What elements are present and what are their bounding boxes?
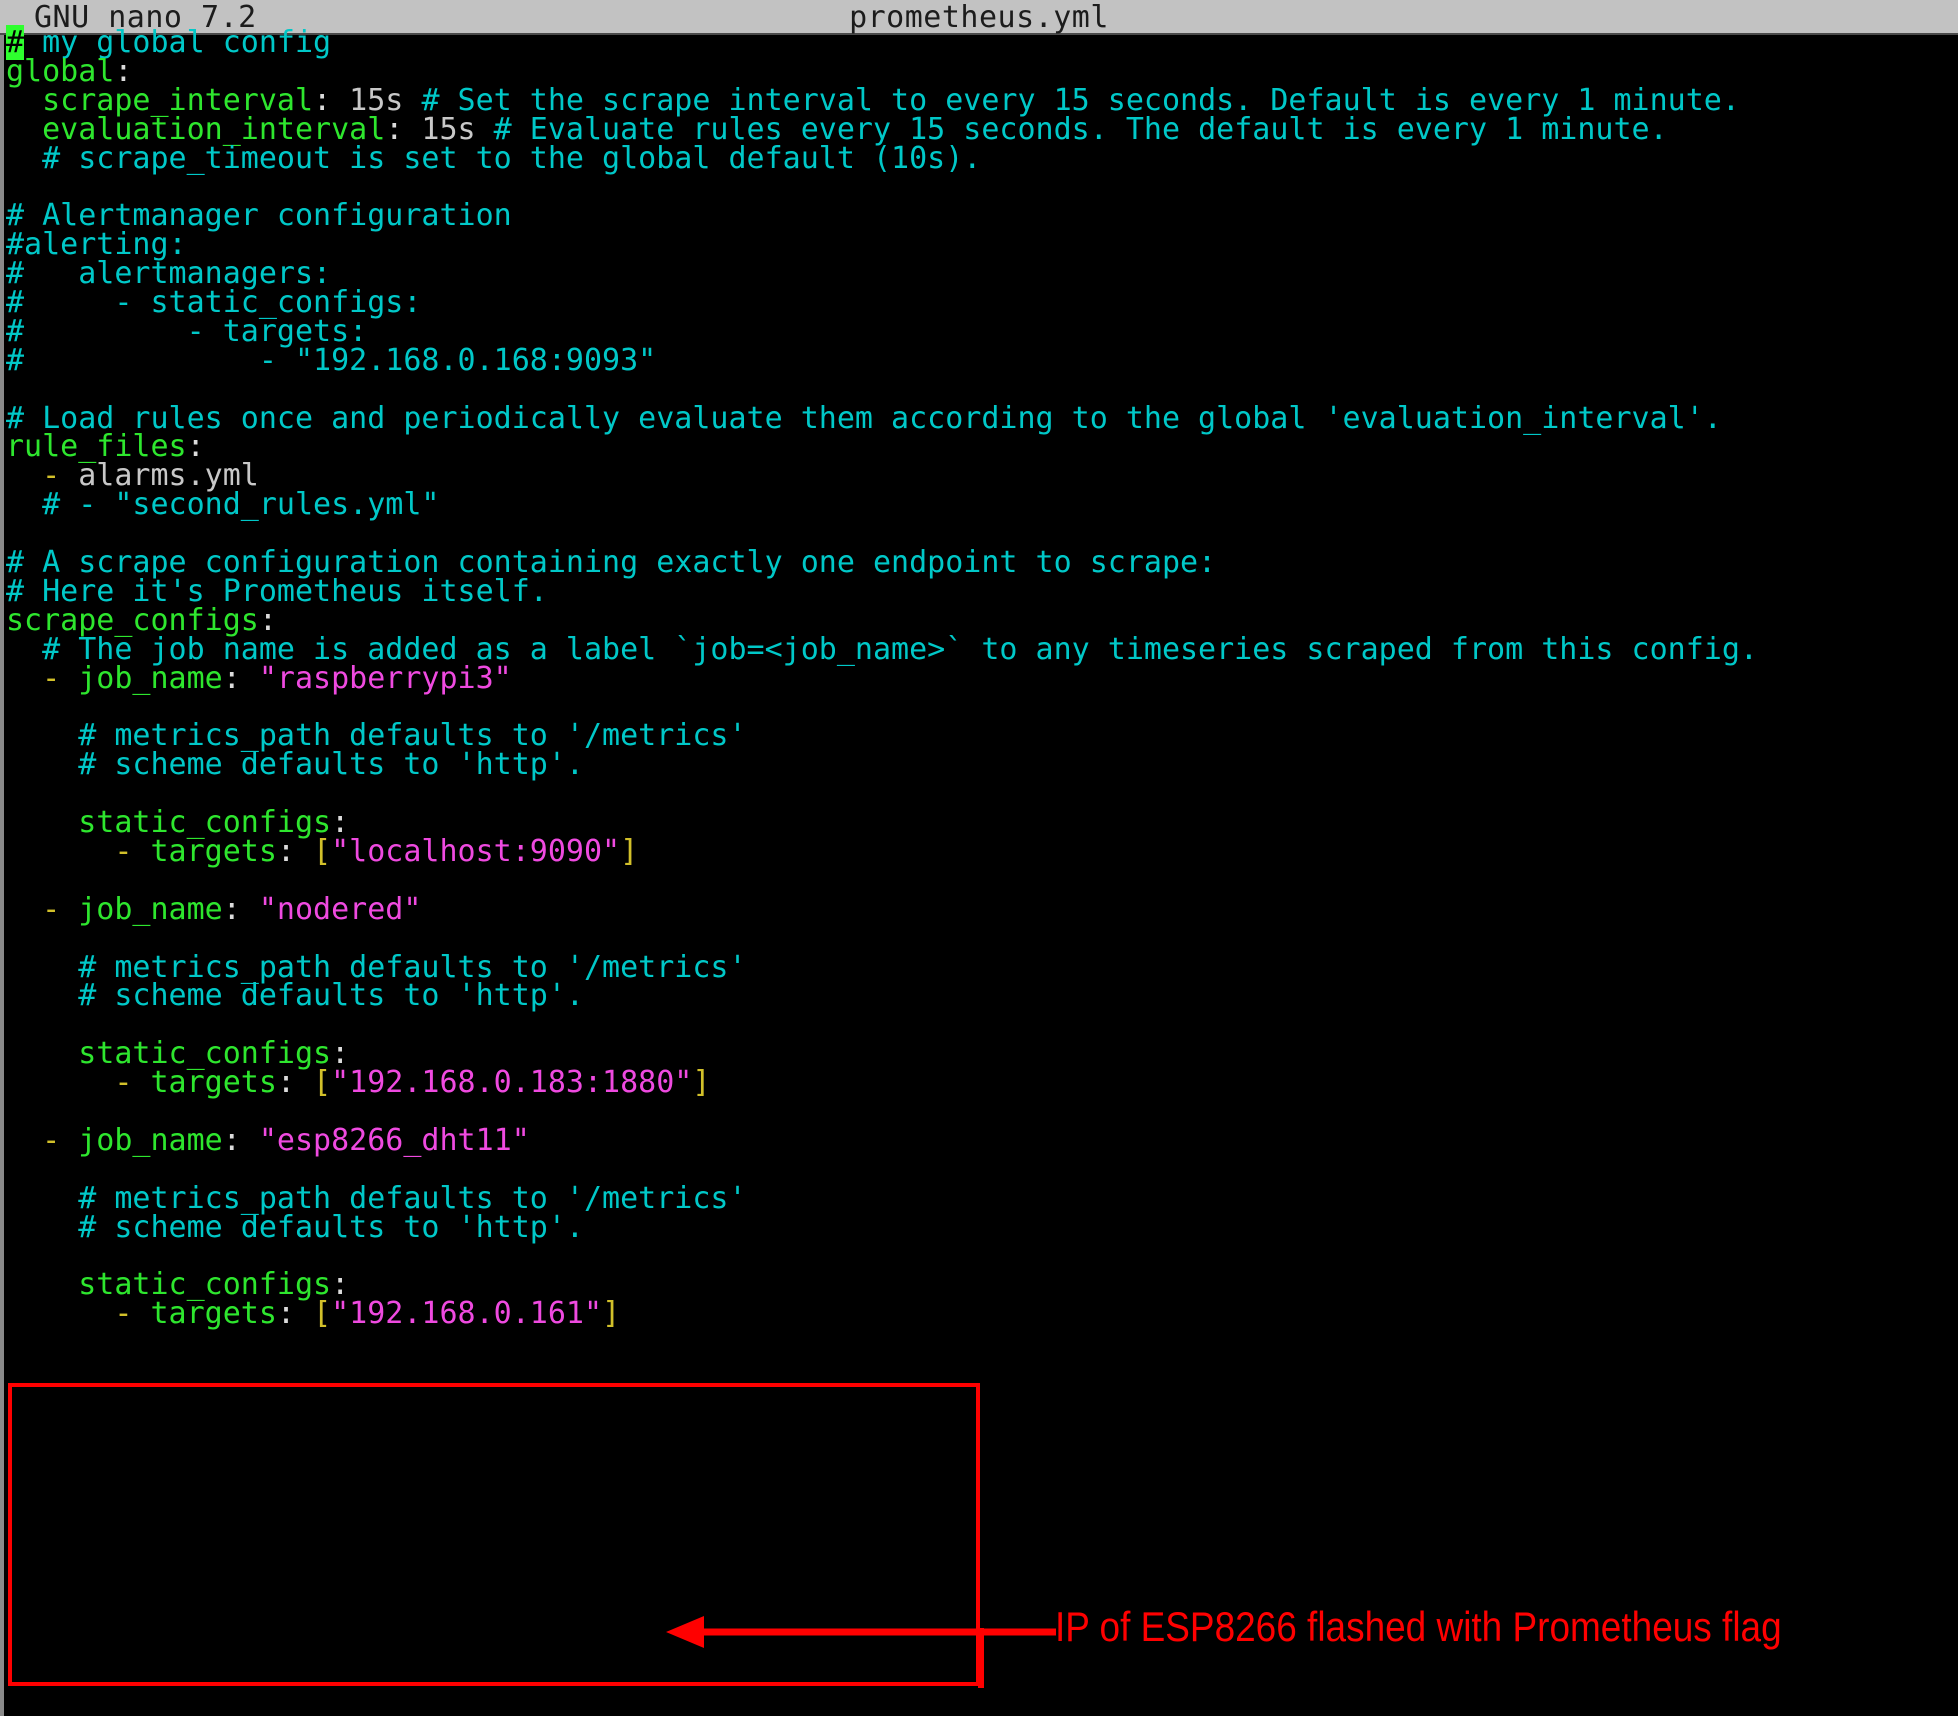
annotation-arrow-elbow [978,1628,984,1688]
editor-line[interactable]: # - "192.168.0.168:9093" [0,345,1958,376]
editor-line[interactable]: rule_files: [0,432,1958,462]
editor-line[interactable]: # Load rules once and periodically evalu… [0,403,1958,434]
editor-line[interactable]: # scheme defaults to 'http'. [0,1212,1958,1243]
editor-line[interactable]: # Here it's Prometheus itself. [0,576,1958,607]
nano-editor-screenshot: GNU nano 7.2 prometheus.yml # my global … [0,0,1958,1716]
editor-text-buffer[interactable]: # my global config global: scrape_interva… [0,25,1958,1716]
editor-line[interactable]: - targets: ["localhost:9090"] [0,836,1958,867]
annotation-label: IP of ESP8266 flashed with Prometheus fl… [1055,1603,1782,1650]
editor-line[interactable]: - job_name: "raspberrypi3" [0,663,1958,694]
editor-line[interactable]: # scrape_timeout is set to the global de… [0,143,1958,174]
editor-line[interactable]: # - "second_rules.yml" [0,490,1958,520]
editor-line[interactable]: # my global config [0,25,1958,60]
editor-line[interactable]: - targets: ["192.168.0.183:1880"] [0,1068,1958,1098]
editor-line[interactable]: - targets: ["192.168.0.161"] [0,1299,1958,1329]
editor-line[interactable]: # scheme defaults to 'http'. [0,750,1958,780]
editor-line[interactable]: # Alertmanager configuration [0,201,1958,231]
editor-line[interactable]: - job_name: "esp8266_dht11" [0,1125,1958,1156]
editor-line[interactable]: - job_name: "nodered" [0,894,1958,925]
editor-line[interactable]: # scheme defaults to 'http'. [0,981,1958,1011]
